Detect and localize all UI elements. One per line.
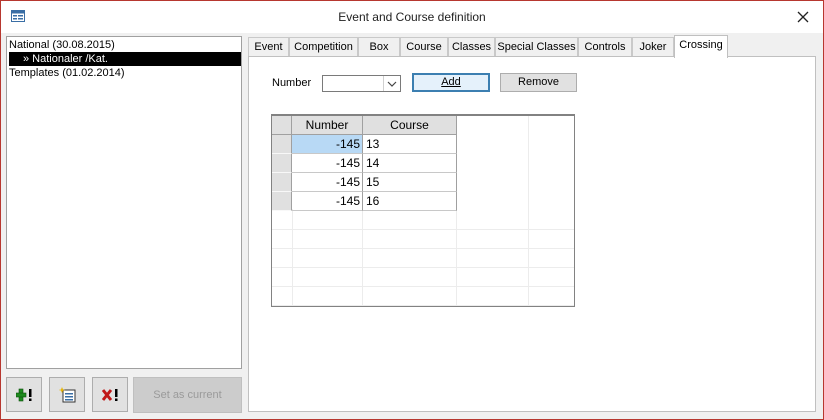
row-selector[interactable] bbox=[272, 192, 292, 211]
column-header-course[interactable]: Course bbox=[363, 116, 457, 135]
tree-item-templates[interactable]: Templates (01.02.2014) bbox=[9, 66, 125, 80]
table-cell-number[interactable]: -145 bbox=[292, 154, 363, 173]
number-label: Number bbox=[272, 77, 312, 89]
number-combobox[interactable] bbox=[322, 75, 401, 92]
grid-line bbox=[272, 286, 574, 287]
grid-line bbox=[292, 209, 293, 306]
remove-button-label: Remove bbox=[518, 76, 559, 88]
table-cell-number[interactable]: -145 bbox=[292, 173, 363, 192]
add-button-label: Add bbox=[441, 76, 461, 88]
grid-line bbox=[272, 305, 574, 306]
grid-line bbox=[272, 267, 574, 268]
event-tree[interactable]: National (30.08.2015) » Nationaler /Kat.… bbox=[6, 36, 242, 369]
add-button[interactable]: Add bbox=[412, 73, 490, 92]
table-cell-course[interactable]: 13 bbox=[363, 135, 457, 154]
grid-line bbox=[528, 116, 529, 306]
table-cell-course[interactable]: 14 bbox=[363, 154, 457, 173]
chevron-down-icon[interactable] bbox=[383, 76, 400, 91]
select-all-corner[interactable] bbox=[272, 116, 292, 135]
grid-line bbox=[362, 209, 363, 306]
table-cell-number[interactable]: -145 bbox=[292, 135, 363, 154]
set-as-current-button[interactable]: Set as current bbox=[133, 377, 242, 413]
new-record-button[interactable] bbox=[49, 377, 85, 412]
delete-event-button[interactable] bbox=[92, 377, 128, 412]
table-cell-course[interactable]: 16 bbox=[363, 192, 457, 211]
window-title: Event and Course definition bbox=[338, 10, 486, 24]
tab-competition[interactable]: Competition bbox=[289, 37, 358, 56]
tree-item-national[interactable]: National (30.08.2015) bbox=[9, 38, 115, 52]
tab-special-classes[interactable]: Special Classes bbox=[495, 37, 578, 56]
tree-item-label: » Nationaler /Kat. bbox=[23, 53, 108, 65]
tab-box[interactable]: Box bbox=[358, 37, 400, 56]
column-header-number[interactable]: Number bbox=[292, 116, 363, 135]
title-bar: Event and Course definition bbox=[1, 1, 823, 33]
close-icon[interactable] bbox=[793, 7, 813, 27]
row-selector[interactable] bbox=[272, 154, 292, 173]
table-cell-course[interactable]: 15 bbox=[363, 173, 457, 192]
tree-item-nationaler-kat[interactable]: » Nationaler /Kat. bbox=[9, 52, 241, 66]
row-selector[interactable] bbox=[272, 135, 292, 154]
remove-button[interactable]: Remove bbox=[500, 73, 577, 92]
grid-line bbox=[272, 229, 574, 230]
tab-crossing[interactable]: Crossing bbox=[674, 35, 728, 58]
grid-line bbox=[272, 248, 574, 249]
new-record-list-icon bbox=[59, 387, 76, 403]
row-selector[interactable] bbox=[272, 173, 292, 192]
tab-event[interactable]: Event bbox=[248, 37, 289, 56]
add-event-button[interactable] bbox=[6, 377, 42, 412]
main-window: Event and Course definition National (30… bbox=[0, 0, 824, 420]
green-plus-icon bbox=[16, 388, 32, 402]
tab-joker[interactable]: Joker bbox=[632, 37, 674, 56]
red-x-icon bbox=[102, 389, 118, 401]
table-cell-number[interactable]: -145 bbox=[292, 192, 363, 211]
crossing-table[interactable]: Number Course -145 13 -145 14 -145 15 -1… bbox=[271, 114, 575, 307]
tab-classes[interactable]: Classes bbox=[448, 37, 495, 56]
tab-controls[interactable]: Controls bbox=[578, 37, 632, 56]
tab-course[interactable]: Course bbox=[400, 37, 448, 56]
